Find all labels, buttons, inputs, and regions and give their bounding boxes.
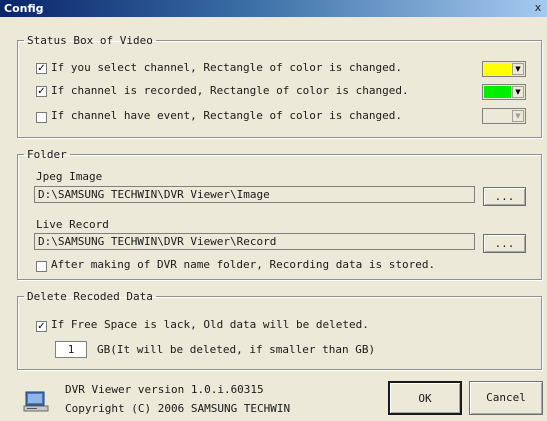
version-text: DVR Viewer version 1.0.i.60315: [65, 383, 264, 396]
dvr-name-folder-checkbox[interactable]: [36, 261, 47, 272]
select-channel-label: If you select channel, Rectangle of colo…: [51, 61, 402, 74]
select-channel-color-combo[interactable]: ▼: [482, 61, 526, 77]
event-channel-checkbox[interactable]: [36, 112, 47, 123]
live-record-label: Live Record: [36, 218, 109, 231]
recorded-channel-label: If channel is recorded, Rectangle of col…: [51, 84, 409, 97]
title-bar[interactable]: Config x: [0, 0, 547, 17]
jpeg-path-field[interactable]: D:\SAMSUNG TECHWIN\DVR Viewer\Image: [34, 186, 475, 203]
event-channel-label: If channel have event, Rectangle of colo…: [51, 109, 402, 122]
jpeg-image-label: Jpeg Image: [36, 170, 103, 183]
delete-data-legend: Delete Recoded Data: [27, 290, 153, 303]
live-record-path-field[interactable]: D:\SAMSUNG TECHWIN\DVR Viewer\Record: [34, 233, 475, 250]
window-title: Config: [4, 2, 44, 15]
chevron-down-icon[interactable]: ▼: [512, 110, 524, 122]
close-icon[interactable]: x: [532, 2, 544, 14]
gb-threshold-input[interactable]: 1: [55, 341, 87, 358]
chevron-down-icon[interactable]: ▼: [512, 86, 524, 98]
recorded-channel-color-combo[interactable]: ▼: [482, 84, 526, 100]
event-channel-color-swatch: [484, 110, 511, 122]
chevron-down-icon[interactable]: ▼: [512, 63, 524, 75]
status-box-legend: Status Box of Video: [27, 34, 153, 47]
select-channel-color-swatch: [484, 63, 511, 75]
free-space-checkbox[interactable]: ✓: [36, 321, 47, 332]
dvr-name-folder-label: After making of DVR name folder, Recordi…: [51, 258, 436, 271]
computer-icon: [22, 390, 50, 414]
recorded-channel-checkbox[interactable]: ✓: [36, 86, 47, 97]
config-dialog: Config x Status Box of Video ✓ If you se…: [0, 0, 547, 421]
gb-threshold-label: GB(It will be deleted, if smaller than G…: [97, 343, 376, 356]
ok-button[interactable]: OK: [388, 381, 462, 415]
select-channel-checkbox[interactable]: ✓: [36, 63, 47, 74]
folder-legend: Folder: [27, 148, 67, 161]
jpeg-browse-button[interactable]: ...: [483, 187, 526, 206]
cancel-button[interactable]: Cancel: [469, 381, 543, 415]
copyright-text: Copyright (C) 2006 SAMSUNG TECHWIN: [65, 402, 291, 415]
live-record-browse-button[interactable]: ...: [483, 234, 526, 253]
event-channel-color-combo[interactable]: ▼: [482, 108, 526, 124]
free-space-label: If Free Space is lack, Old data will be …: [51, 318, 369, 331]
recorded-channel-color-swatch: [484, 86, 511, 98]
